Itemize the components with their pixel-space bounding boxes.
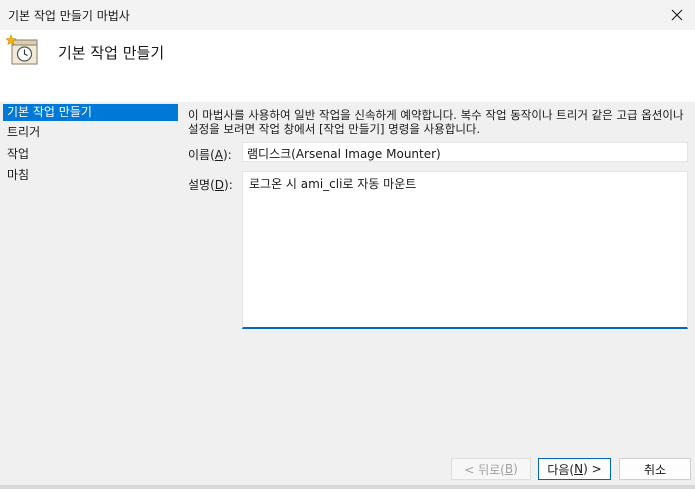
close-icon xyxy=(671,9,683,21)
wizard-steps: 기본 작업 만들기 트리거 작업 마침 xyxy=(0,104,180,454)
window-title: 기본 작업 만들기 마법사 xyxy=(8,9,130,23)
task-scheduler-clock-icon xyxy=(5,34,40,68)
description-label: 설명(D): xyxy=(188,178,233,192)
page-heading: 기본 작업 만들기 xyxy=(58,44,165,62)
wizard-window: 기본 작업 만들기 마법사 기본 작업 만들기 기본 작업 만들기 트리거 작업… xyxy=(0,0,695,489)
description-field[interactable]: 로그온 시 ami_cli로 자동 마운트 xyxy=(242,171,688,329)
wizard-description: 이 마법사를 사용하여 일반 작업을 신속하게 예약합니다. 복수 작업 동작이… xyxy=(188,108,684,136)
wizard-header: 기본 작업 만들기 xyxy=(0,30,695,102)
step-action[interactable]: 작업 xyxy=(3,146,173,163)
window-bottom-edge xyxy=(0,485,695,489)
next-button[interactable]: 다음(N) > xyxy=(538,458,611,480)
close-button[interactable] xyxy=(659,0,695,30)
title-bar: 기본 작업 만들기 마법사 xyxy=(0,0,695,31)
back-button[interactable]: < 뒤로(B) xyxy=(451,458,531,480)
cancel-button[interactable]: 취소 xyxy=(619,458,691,480)
step-finish[interactable]: 마침 xyxy=(3,167,173,184)
step-create-basic-task[interactable]: 기본 작업 만들기 xyxy=(3,104,178,121)
name-field[interactable]: 램디스크(Arsenal Image Mounter) xyxy=(242,142,688,162)
name-label: 이름(A): xyxy=(188,148,232,162)
step-trigger[interactable]: 트리거 xyxy=(3,124,173,141)
